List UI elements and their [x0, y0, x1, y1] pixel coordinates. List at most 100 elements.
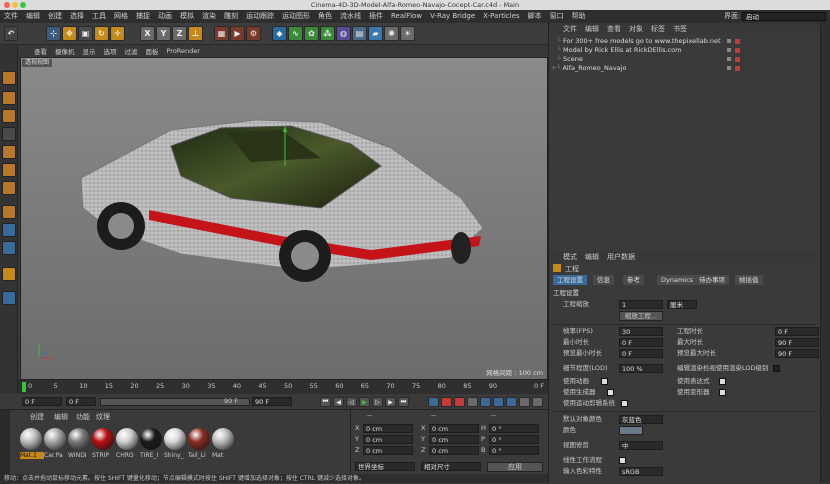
coord-value-field[interactable]: 0 cm	[429, 424, 479, 433]
menu-select[interactable]: 选择	[66, 10, 88, 23]
menu-motion-tracking[interactable]: 运动跟踪	[242, 10, 278, 23]
minimize-window-button[interactable]	[12, 2, 18, 8]
material-menu-edit[interactable]: 编辑	[54, 412, 68, 422]
go-to-start-icon[interactable]: ⏮	[320, 397, 331, 407]
snap-icon[interactable]	[2, 241, 16, 255]
material-menu-function[interactable]: 功能	[76, 412, 90, 422]
attr-menu-mode[interactable]: 模式	[559, 252, 581, 262]
viewport-menu-view[interactable]: 查看	[30, 46, 51, 56]
menu-tools[interactable]: 工具	[88, 10, 110, 23]
car-model[interactable]	[21, 58, 548, 380]
cube-icon[interactable]: ◆	[272, 26, 287, 41]
menu-help[interactable]: 帮助	[568, 10, 590, 23]
default-color-select[interactable]: 灰蓝色	[619, 415, 663, 424]
material-ball[interactable]	[68, 428, 90, 450]
texture-mode-icon[interactable]	[2, 109, 16, 123]
menu-animate[interactable]: 动画	[154, 10, 176, 23]
object-item[interactable]: +└ Alfa_Romeo_Navajo	[551, 64, 626, 73]
lod-field[interactable]: 100 %	[619, 364, 663, 373]
rotate-icon[interactable]: ↻	[94, 26, 109, 41]
apply-button[interactable]: 应用	[487, 462, 543, 472]
viewport-menu-panel[interactable]: 面板	[142, 46, 163, 56]
use-expression-checkbox[interactable]	[719, 378, 726, 385]
param-key-icon[interactable]	[519, 397, 530, 407]
linear-workflow-checkbox[interactable]	[619, 457, 626, 464]
array-icon[interactable]: ⁂	[320, 26, 335, 41]
material-ball[interactable]	[164, 428, 186, 450]
timeline-playhead[interactable]	[22, 382, 26, 392]
render-settings-icon[interactable]: ⚙	[246, 26, 261, 41]
coord-value-field[interactable]: 0 cm	[363, 424, 413, 433]
objects-menu-bookmarks[interactable]: 书签	[669, 24, 691, 34]
view-clipping-select[interactable]: 中	[619, 441, 663, 450]
next-key-icon[interactable]: ▶	[385, 397, 396, 407]
objects-menu-file[interactable]: 文件	[559, 24, 581, 34]
menu-edit[interactable]: 编辑	[22, 10, 44, 23]
object-item[interactable]: └ Scene	[557, 55, 583, 64]
autokey-icon[interactable]	[454, 397, 465, 407]
viewport-menu-display[interactable]: 显示	[79, 46, 100, 56]
tab-project-settings[interactable]: 工程设置	[553, 275, 587, 285]
menu-pipeline[interactable]: 流水线	[336, 10, 365, 23]
axis-z-button[interactable]: Z	[172, 26, 187, 41]
coord-value-field[interactable]: 0 °	[489, 435, 539, 444]
move-key-icon[interactable]	[428, 397, 439, 407]
menu-snap[interactable]: 捕捉	[132, 10, 154, 23]
next-frame-icon[interactable]: ▷	[372, 397, 383, 407]
axis-mode-icon[interactable]	[2, 205, 16, 219]
live-select-icon[interactable]: ⊹	[46, 26, 61, 41]
viewport-menu-cameras[interactable]: 摄像机	[51, 46, 79, 56]
close-window-button[interactable]	[4, 2, 10, 8]
min-time-field[interactable]: 0 F	[619, 338, 663, 347]
viewport-menu-filter[interactable]: 过滤	[121, 46, 142, 56]
coord-value-field[interactable]: 0 cm	[363, 435, 413, 444]
tweak-mode-icon[interactable]	[2, 223, 16, 237]
light-icon[interactable]: ✺	[384, 26, 399, 41]
timeline-ruler[interactable]: 0 5 10 15 20 25 30 35 40 45 50 55 60 65 70 75 80 85 90 0 F	[18, 380, 548, 394]
object-item[interactable]: └ For 300+ free models go to www.thepixe…	[557, 37, 721, 46]
attr-menu-edit[interactable]: 编辑	[581, 252, 603, 262]
material-ball[interactable]	[212, 428, 234, 450]
coord-value-field[interactable]: 0 cm	[429, 446, 479, 455]
current-frame-field[interactable]: 0 F	[66, 397, 96, 406]
use-generators-checkbox[interactable]	[607, 389, 614, 396]
scale-field[interactable]: 1	[619, 300, 663, 309]
objects-menu-view[interactable]: 查看	[603, 24, 625, 34]
start-frame-field[interactable]: 0 F	[22, 397, 62, 406]
prev-frame-icon[interactable]: ◁	[346, 397, 357, 407]
menu-simulate[interactable]: 模拟	[176, 10, 198, 23]
coord-value-field[interactable]: 0 °	[489, 424, 539, 433]
objects-menu-objects[interactable]: 对象	[625, 24, 647, 34]
coord-value-field[interactable]: 0 °	[489, 446, 539, 455]
tab-interpolation[interactable]: 帧插值	[735, 275, 763, 285]
rotation-key-icon[interactable]	[506, 397, 517, 407]
model-mode-icon[interactable]	[2, 91, 16, 105]
coord-value-field[interactable]: 0 cm	[363, 446, 413, 455]
use-motion-system-checkbox[interactable]	[621, 400, 628, 407]
coord-mode-select[interactable]: 世界坐标	[355, 462, 415, 471]
play-icon[interactable]: ▶	[359, 397, 370, 407]
undo-icon[interactable]: ↶	[4, 26, 18, 41]
material-ball[interactable]	[116, 428, 138, 450]
duration-field[interactable]: 0 F	[775, 327, 819, 336]
go-to-end-icon[interactable]: ⏭	[398, 397, 409, 407]
object-tag-icons[interactable]	[735, 37, 743, 73]
nurbs-icon[interactable]: ✿	[304, 26, 319, 41]
position-key-icon[interactable]	[480, 397, 491, 407]
record-icon[interactable]	[441, 397, 452, 407]
attr-menu-userdata[interactable]: 用户数据	[603, 252, 639, 262]
enable-snap-icon[interactable]	[2, 267, 16, 281]
pla-key-icon[interactable]	[532, 397, 543, 407]
menu-x-particles[interactable]: X-Particles	[479, 10, 523, 23]
menu-mesh[interactable]: 网格	[110, 10, 132, 23]
render-lod-checkbox[interactable]	[773, 365, 780, 372]
scene-icon[interactable]: ▤	[352, 26, 367, 41]
points-mode-icon[interactable]	[2, 145, 16, 159]
material-menu-create[interactable]: 创建	[30, 412, 44, 422]
material-ball[interactable]	[44, 428, 66, 450]
menu-plugins[interactable]: 插件	[365, 10, 387, 23]
edges-mode-icon[interactable]	[2, 163, 16, 177]
axis-y-button[interactable]: Y	[156, 26, 171, 41]
prev-key-icon[interactable]: ◀	[333, 397, 344, 407]
tab-todo[interactable]: 待办事项	[695, 275, 729, 285]
